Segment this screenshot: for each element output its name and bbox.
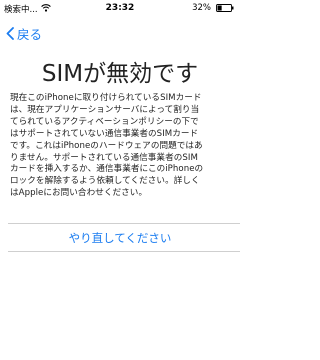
message-line: カードを挿入するか、通信事業者にこのiPhoneの — [10, 164, 204, 175]
battery-fill — [217, 5, 222, 11]
message-line: りません。サポートされている通信事業者のSIM — [10, 152, 198, 163]
retry-button[interactable]: やり直してください — [0, 224, 240, 251]
message-line: は、現在アプリケーションサーバによって割り当 — [10, 104, 200, 115]
divider — [8, 251, 240, 252]
message-text: 現在このiPhoneに取り付けられているSIMカード は、現在アプリケーションサ… — [10, 93, 230, 200]
status-bar: 検索中... 23:32 32% — [0, 0, 240, 16]
page-title: SIMが無効です — [41, 61, 199, 87]
message-line: はAppleにお問い合わせください。 — [10, 188, 148, 199]
message-line: ロックを解除するよう依頼してください。詳しく — [10, 176, 200, 187]
back-label: 戻る — [17, 26, 43, 42]
battery-icon — [216, 4, 234, 12]
message-line: てられているアクティベーションポリシーの下で — [10, 116, 199, 127]
message-line: です。これはiPhoneのハードウェアの問題ではあ — [10, 140, 203, 151]
back-button[interactable]: 戻る — [6, 25, 43, 42]
battery-percent: 32% — [192, 3, 211, 13]
chevron-left-icon — [6, 26, 14, 40]
message-line: 現在このiPhoneに取り付けられているSIMカード — [10, 93, 202, 103]
message-line: はサポートされていない通信事業者のSIMカード — [10, 128, 199, 139]
